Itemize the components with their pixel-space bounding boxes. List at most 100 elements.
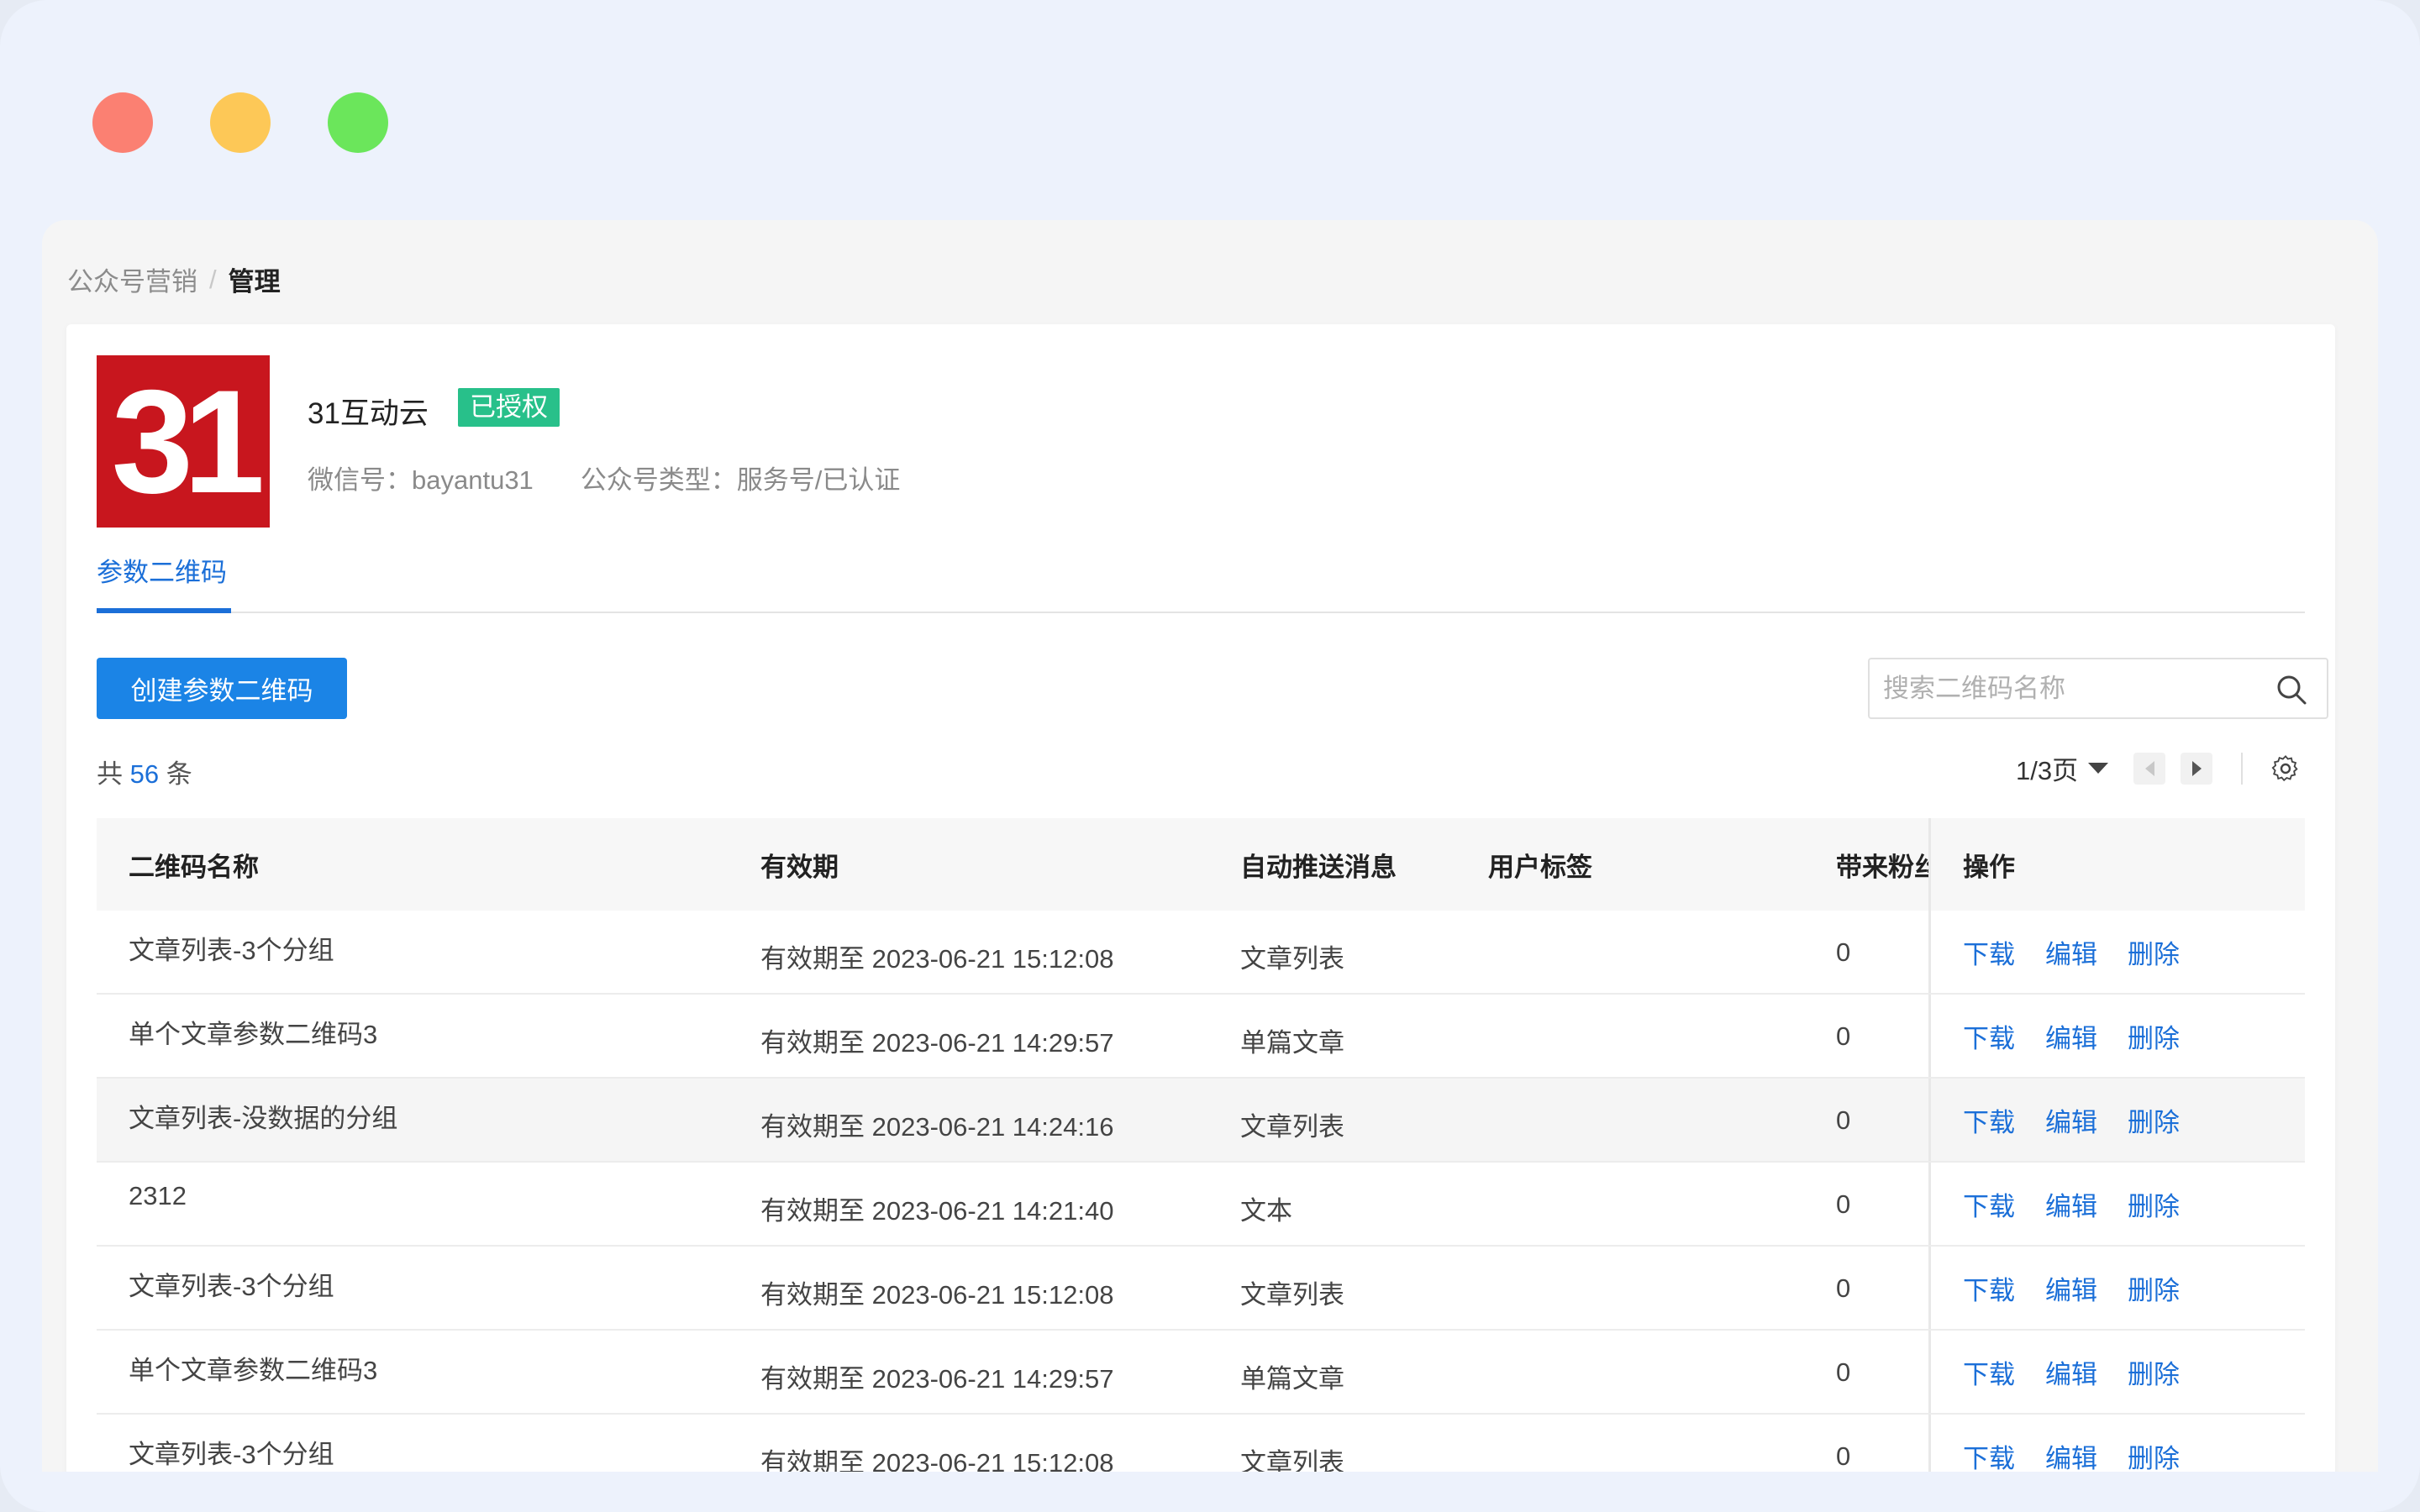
row-expiry: 有效期至 2023-06-21 14:24:16 [760, 1112, 1114, 1142]
edit-link[interactable]: 编辑 [2045, 933, 2097, 971]
pager-divider [2241, 752, 2244, 785]
qrcode-table: 二维码名称 有效期 自动推送消息 用户标签 带来粉丝总数 操作 文章列表-3个分… [97, 818, 2305, 1472]
pagination: 1/3页 [2016, 749, 2300, 787]
edit-link[interactable]: 编辑 [2045, 1101, 2097, 1139]
row-push: 单篇文章 [1240, 1364, 1344, 1394]
table-header: 二维码名称 有效期 自动推送消息 用户标签 带来粉丝总数 操作 [97, 818, 2305, 911]
row-actions: 下载 编辑 删除 [1928, 995, 2180, 1077]
row-fans: 0 [1836, 1273, 1851, 1303]
account-name: 31互动云 [308, 397, 429, 430]
row-fans: 0 [1836, 1021, 1851, 1051]
edit-link[interactable]: 编辑 [2045, 1269, 2097, 1307]
table-row: 文章列表-3个分组 有效期至 2023-06-21 15:12:08 文章列表 … [97, 911, 2305, 995]
download-link[interactable]: 下载 [1963, 1017, 2015, 1055]
delete-link[interactable]: 删除 [2128, 1101, 2180, 1139]
table-row: 单个文章参数二维码3 有效期至 2023-06-21 14:29:57 单篇文章… [97, 1331, 2305, 1415]
header-expiry: 有效期 [760, 852, 839, 882]
row-expiry: 有效期至 2023-06-21 14:21:40 [760, 1196, 1114, 1226]
row-actions: 下载 编辑 删除 [1928, 1415, 2180, 1472]
table-row: 文章列表-没数据的分组 有效期至 2023-06-21 14:24:16 文章列… [97, 1079, 2305, 1163]
account-logo: 31 [97, 355, 270, 528]
row-expiry: 有效期至 2023-06-21 15:12:08 [760, 1448, 1114, 1472]
window-controls [92, 92, 388, 153]
breadcrumb: 公众号营销 / 管理 [67, 260, 281, 298]
row-push: 文章列表 [1240, 944, 1344, 974]
total-suffix: 条 [166, 759, 192, 789]
window-frame: 公众号营销 / 管理 31 31互动云 已授权 微信号：bayantu31 公众… [0, 0, 2420, 1512]
header-push: 自动推送消息 [1240, 852, 1397, 882]
main-card: 31 31互动云 已授权 微信号：bayantu31 公众号类型：服务号/已认证… [66, 324, 2335, 1472]
row-name: 文章列表-没数据的分组 [129, 1104, 398, 1133]
table-row: 文章列表-3个分组 有效期至 2023-06-21 15:12:08 文章列表 … [97, 1415, 2305, 1472]
table-row: 单个文章参数二维码3 有效期至 2023-06-21 14:29:57 单篇文章… [97, 995, 2305, 1079]
edit-link[interactable]: 编辑 [2045, 1437, 2097, 1473]
delete-link[interactable]: 删除 [2128, 1269, 2180, 1307]
row-fans: 0 [1836, 1441, 1851, 1471]
gear-icon[interactable] [2271, 754, 2300, 783]
total-number: 56 [129, 759, 160, 789]
row-expiry: 有效期至 2023-06-21 15:12:08 [760, 944, 1114, 974]
edit-link[interactable]: 编辑 [2045, 1185, 2097, 1223]
edit-link[interactable]: 编辑 [2045, 1353, 2097, 1391]
download-link[interactable]: 下载 [1963, 1269, 2015, 1307]
close-window-button[interactable] [92, 92, 153, 153]
svg-text:31: 31 [112, 375, 261, 509]
row-fans: 0 [1836, 1105, 1851, 1135]
row-fans: 0 [1836, 1189, 1851, 1219]
search-box [1868, 658, 2328, 719]
table-row: 2312 有效期至 2023-06-21 14:21:40 文本 0 下载 编辑… [97, 1163, 2305, 1247]
header-actions: 操作 [1928, 818, 2015, 911]
page-label: 1/3页 [2016, 756, 2079, 785]
maximize-window-button[interactable] [328, 92, 388, 153]
row-actions: 下载 编辑 删除 [1928, 911, 2180, 993]
download-link[interactable]: 下载 [1963, 1101, 2015, 1139]
row-push: 单篇文章 [1240, 1028, 1344, 1058]
account-type: 公众号类型：服务号/已认证 [580, 465, 901, 495]
row-actions: 下载 编辑 删除 [1928, 1247, 2180, 1329]
search-icon[interactable] [2275, 673, 2308, 706]
download-link[interactable]: 下载 [1963, 1353, 2015, 1391]
row-name: 单个文章参数二维码3 [129, 1356, 378, 1385]
minimize-window-button[interactable] [210, 92, 271, 153]
row-expiry: 有效期至 2023-06-21 14:29:57 [760, 1028, 1114, 1058]
row-name: 文章列表-3个分组 [129, 1440, 334, 1469]
row-fans: 0 [1836, 937, 1851, 967]
row-actions: 下载 编辑 删除 [1928, 1331, 2180, 1413]
row-push: 文本 [1240, 1196, 1292, 1226]
caret-left-icon [2144, 760, 2154, 776]
header-actions-label: 操作 [1963, 852, 2015, 882]
download-link[interactable]: 下载 [1963, 1185, 2015, 1223]
tab-qrcode[interactable]: 参数二维码 [97, 549, 227, 613]
download-link[interactable]: 下载 [1963, 1437, 2015, 1473]
search-input[interactable] [1883, 659, 2253, 717]
chevron-down-icon [2088, 763, 2109, 774]
delete-link[interactable]: 删除 [2128, 1185, 2180, 1223]
row-push: 文章列表 [1240, 1112, 1344, 1142]
row-name: 文章列表-3个分组 [129, 1272, 334, 1301]
page-select[interactable]: 1/3页 [2016, 749, 2109, 787]
download-link[interactable]: 下载 [1963, 933, 2015, 971]
wechat-id: 微信号：bayantu31 [308, 465, 534, 495]
row-name: 2312 [129, 1181, 187, 1210]
table-row: 文章列表-3个分组 有效期至 2023-06-21 15:12:08 文章列表 … [97, 1247, 2305, 1331]
caret-right-icon [2191, 760, 2202, 776]
header-name: 二维码名称 [129, 852, 259, 882]
create-qrcode-button[interactable]: 创建参数二维码 [97, 658, 347, 719]
delete-link[interactable]: 删除 [2128, 1017, 2180, 1055]
row-expiry: 有效期至 2023-06-21 15:12:08 [760, 1280, 1114, 1310]
next-page-button[interactable] [2181, 752, 2213, 785]
header-tag: 用户标签 [1488, 852, 1592, 882]
edit-link[interactable]: 编辑 [2045, 1017, 2097, 1055]
delete-link[interactable]: 删除 [2128, 1437, 2180, 1473]
delete-link[interactable]: 删除 [2128, 1353, 2180, 1391]
tab-active-indicator [97, 608, 231, 613]
row-name: 单个文章参数二维码3 [129, 1020, 378, 1049]
breadcrumb-parent[interactable]: 公众号营销 [67, 260, 197, 298]
app-content: 公众号营销 / 管理 31 31互动云 已授权 微信号：bayantu31 公众… [42, 220, 2378, 1472]
delete-link[interactable]: 删除 [2128, 933, 2180, 971]
row-push: 文章列表 [1240, 1448, 1344, 1472]
prev-page-button[interactable] [2133, 752, 2166, 785]
breadcrumb-current: 管理 [228, 267, 281, 297]
account-meta: 微信号：bayantu31 公众号类型：服务号/已认证 [308, 459, 900, 496]
breadcrumb-separator: / [209, 264, 217, 294]
